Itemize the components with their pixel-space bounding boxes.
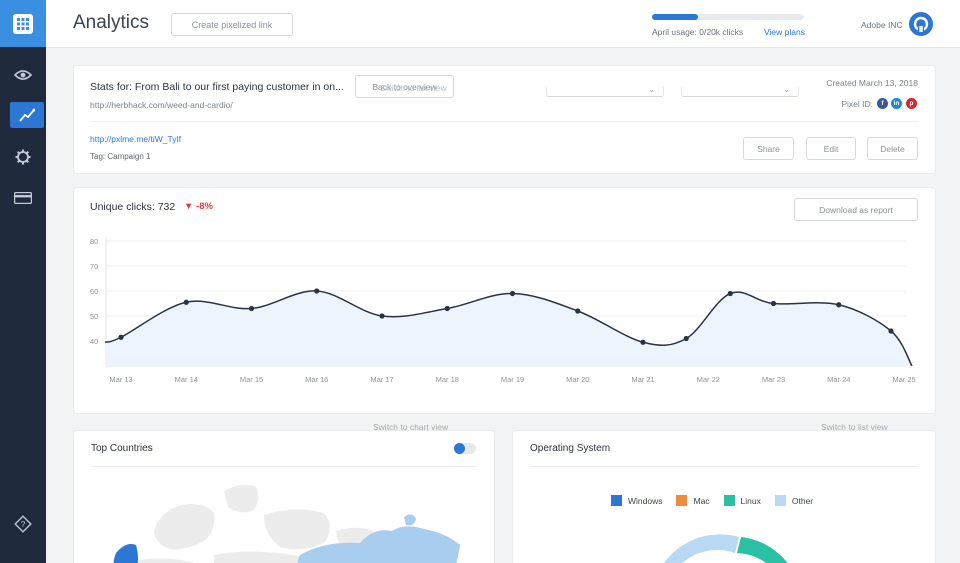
short-link[interactable]: http://pxlme.me/tiW_TyIf xyxy=(90,134,181,144)
filter-select-1[interactable]: ⌄ xyxy=(546,85,664,97)
world-map xyxy=(113,484,460,563)
grid-icon[interactable] xyxy=(0,0,46,47)
data-point xyxy=(683,335,689,342)
filter-select-2[interactable]: ⌄ xyxy=(681,85,799,97)
legend-item-linux: Linux xyxy=(723,495,761,506)
x-tick-label: Mar 22 xyxy=(697,375,720,384)
legend-label-linux: Linux xyxy=(740,495,761,506)
sidebar: ? xyxy=(0,0,46,563)
os-donut-chart xyxy=(664,534,788,563)
create-link-button[interactable]: Create pixelized link xyxy=(171,13,293,36)
page-title: Analytics xyxy=(73,12,150,33)
usage-progress-bar xyxy=(652,14,804,20)
top-countries-card: Top Countries xyxy=(74,431,494,563)
y-tick-label: 60 xyxy=(90,287,98,296)
data-point xyxy=(444,305,450,312)
x-tick-label: Mar 25 xyxy=(892,375,915,384)
legend-swatch-linux xyxy=(723,495,735,506)
stats-title: Stats for: From Bali to our first paying… xyxy=(90,81,344,93)
operating-system-title: Operating System xyxy=(530,443,611,454)
x-tick-label: Mar 16 xyxy=(305,375,328,384)
eye-icon[interactable] xyxy=(0,57,46,93)
usage-text: April usage: 0/20k clicks xyxy=(652,27,744,37)
switch-list-view-ghost: Switch to list view xyxy=(380,83,447,93)
data-point xyxy=(836,302,842,308)
operating-system-card: Operating System Windows Mac Linux Other xyxy=(513,431,935,563)
data-point xyxy=(118,334,124,340)
toggle-knob xyxy=(454,443,465,454)
card-divider xyxy=(90,121,919,122)
legend-swatch-other xyxy=(774,495,786,506)
x-tick-label: Mar 24 xyxy=(827,375,850,384)
x-tick-label: Mar 17 xyxy=(370,375,393,384)
chevron-down-icon: ⌄ xyxy=(648,85,655,94)
company-name: Adobe INC xyxy=(861,20,903,30)
data-point xyxy=(770,300,777,307)
pinterest-icon[interactable]: p xyxy=(906,98,917,109)
trend-icon[interactable] xyxy=(10,102,44,128)
x-tick-label: Mar 21 xyxy=(631,375,654,384)
unique-clicks-card: Unique clicks: 732 ▼ -8% Download as rep… xyxy=(74,188,935,413)
destination-url: http://herbhack.com/weed-and-cardio/ xyxy=(90,100,233,110)
card-divider xyxy=(530,466,918,467)
donut-slice-other xyxy=(664,534,739,563)
linkedin-icon[interactable]: in xyxy=(891,98,902,109)
chevron-down-icon: ⌄ xyxy=(783,85,790,94)
os-legend: Windows Mac Linux Other xyxy=(611,495,813,506)
y-tick-label: 40 xyxy=(90,337,98,346)
data-point xyxy=(248,305,255,312)
legend-item-windows: Windows xyxy=(611,495,662,506)
card-icon[interactable] xyxy=(0,180,46,216)
x-tick-label: Mar 23 xyxy=(762,375,785,384)
facebook-icon[interactable]: f xyxy=(877,98,888,109)
created-date: Created March 13, 2018 xyxy=(826,78,918,88)
data-point xyxy=(640,339,646,345)
user-icon xyxy=(913,16,929,32)
top-countries-title: Top Countries xyxy=(91,443,153,454)
campaign-tag: Tag: Campaign 1 xyxy=(90,152,151,161)
legend-item-other: Other xyxy=(774,495,814,506)
clicks-line-chart: 80 70 60 50 40 Mar 13 Mar 14 Mar 15 Mar 16 Mar 17… xyxy=(90,237,916,384)
area-fill xyxy=(105,290,912,366)
help-icon[interactable]: ? xyxy=(0,506,46,542)
donut-slice-linux xyxy=(737,537,788,563)
pixel-id-label: Pixel ID: xyxy=(841,99,873,109)
card-divider xyxy=(91,466,477,467)
svg-text:?: ? xyxy=(21,520,26,529)
x-tick-label: Mar 20 xyxy=(566,375,589,384)
edit-button[interactable]: Edit xyxy=(806,137,856,160)
x-tick-label: Mar 19 xyxy=(501,375,524,384)
legend-label-windows: Windows xyxy=(628,495,663,506)
gear-icon[interactable] xyxy=(0,139,46,175)
user-avatar[interactable] xyxy=(909,12,933,36)
countries-view-toggle[interactable] xyxy=(454,443,476,454)
legend-swatch-mac xyxy=(676,495,688,506)
x-tick-label: Mar 14 xyxy=(175,375,198,384)
legend-item-mac: Mac xyxy=(676,495,710,506)
y-tick-label: 70 xyxy=(90,262,98,271)
delete-button[interactable]: Delete xyxy=(867,137,918,160)
legend-label-other: Other xyxy=(791,495,814,506)
share-button[interactable]: Share xyxy=(743,137,794,160)
link-stats-card: Stats for: From Bali to our first paying… xyxy=(74,66,935,173)
y-tick-label: 50 xyxy=(90,312,98,321)
top-header: Analytics Create pixelized link April us… xyxy=(46,0,960,48)
data-point xyxy=(888,328,894,334)
data-point xyxy=(314,288,320,294)
legend-label-mac: Mac xyxy=(693,495,710,506)
legend-swatch-windows xyxy=(611,495,622,506)
x-tick-label: Mar 18 xyxy=(436,375,459,384)
view-plans-link[interactable]: View plans xyxy=(764,27,805,37)
data-point xyxy=(727,290,733,297)
x-tick-label: Mar 15 xyxy=(240,375,263,384)
data-point xyxy=(183,299,189,305)
data-point xyxy=(575,308,581,314)
x-tick-label: Mar 13 xyxy=(109,375,132,384)
data-point xyxy=(379,313,385,319)
data-point xyxy=(509,290,516,297)
usage-progress-fill xyxy=(652,14,698,20)
y-tick-label: 80 xyxy=(90,237,98,246)
